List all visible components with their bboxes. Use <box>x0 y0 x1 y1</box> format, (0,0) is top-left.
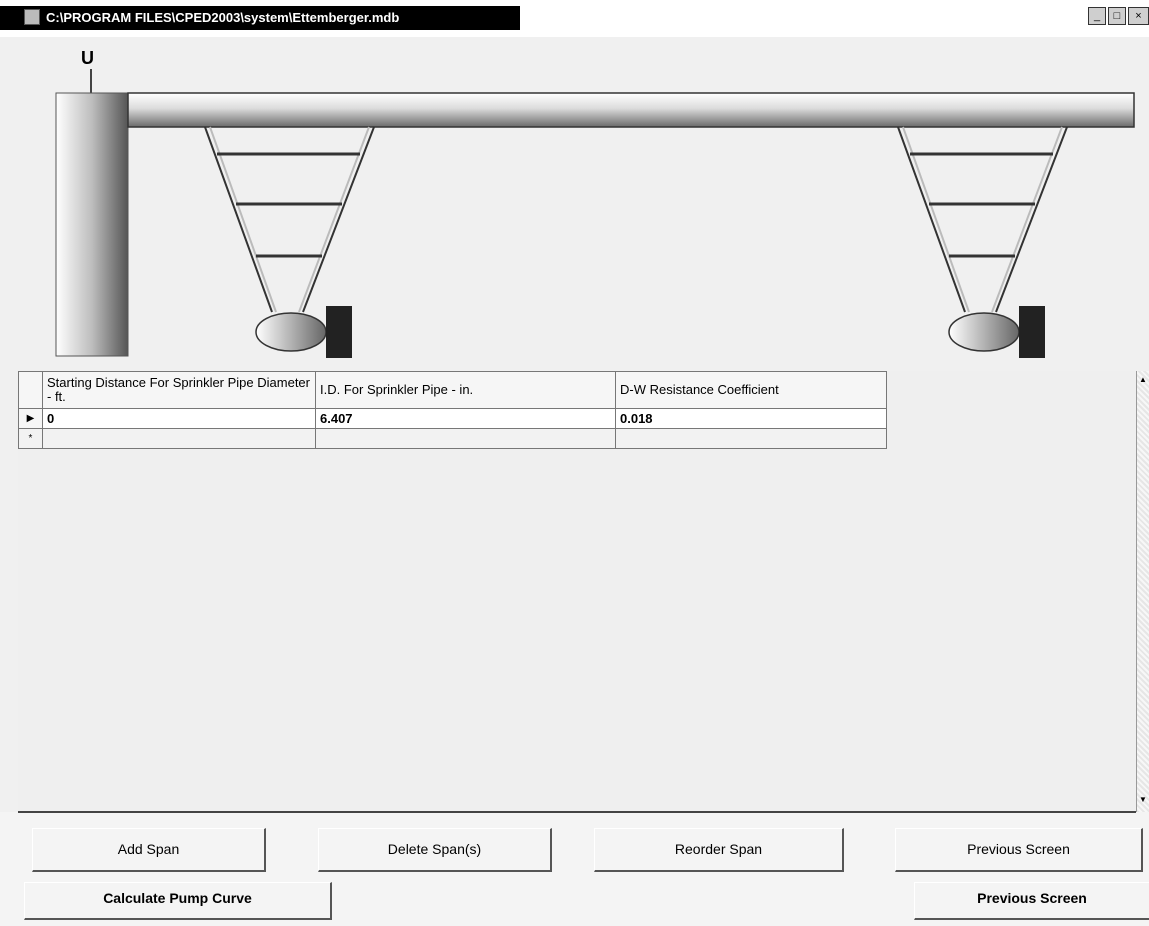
title-bar: C:\PROGRAM FILES\CPED2003\system\Ettembe… <box>0 0 1149 37</box>
new-record-icon[interactable]: * <box>18 428 43 449</box>
close-icon[interactable]: × <box>1128 7 1149 25</box>
cell-new-dw-coefficient[interactable] <box>615 428 887 449</box>
vertical-scrollbar[interactable]: ▲ ▼ <box>1136 371 1149 812</box>
table-row[interactable]: ▶ 0 6.407 0.018 <box>18 408 887 429</box>
calculate-pump-curve-button[interactable]: Calculate Pump Curve <box>24 882 332 920</box>
pivot-symbol: U <box>81 48 94 68</box>
cell-new-pipe-id[interactable] <box>315 428 616 449</box>
column-header-pipe-id[interactable]: I.D. For Sprinkler Pipe - in. <box>315 371 616 409</box>
cell-starting-distance[interactable]: 0 <box>42 408 316 429</box>
cell-new-starting-distance[interactable] <box>42 428 316 449</box>
main-pipe <box>127 92 1135 128</box>
cell-dw-coefficient[interactable]: 0.018 <box>615 408 887 429</box>
left-margin <box>0 371 18 812</box>
span-table: Starting Distance For Sprinkler Pipe Dia… <box>18 371 887 449</box>
cell-pipe-id[interactable]: 6.407 <box>315 408 616 429</box>
delete-spans-button[interactable]: Delete Span(s) <box>318 828 552 872</box>
scroll-down-icon[interactable]: ▼ <box>1137 793 1149 807</box>
span-tower-right <box>897 126 1068 358</box>
scroll-up-icon[interactable]: ▲ <box>1137 373 1149 387</box>
column-header-starting-distance[interactable]: Starting Distance For Sprinkler Pipe Dia… <box>42 371 316 409</box>
pivot-drawing: U <box>55 48 1135 358</box>
current-row-indicator-icon[interactable]: ▶ <box>18 408 43 429</box>
reorder-span-button[interactable]: Reorder Span <box>594 828 844 872</box>
window-title: C:\PROGRAM FILES\CPED2003\system\Ettembe… <box>0 6 520 30</box>
maximize-icon[interactable]: □ <box>1108 7 1126 25</box>
minimize-icon[interactable]: _ <box>1088 7 1106 25</box>
new-record-row[interactable]: * <box>18 428 887 449</box>
grid-bottom-border <box>18 811 1136 813</box>
window-controls: _ □ × <box>1088 7 1149 29</box>
previous-screen-button-bottom[interactable]: Previous Screen <box>914 882 1149 920</box>
span-tower-left <box>204 126 375 358</box>
grid-header-row: Starting Distance For Sprinkler Pipe Dia… <box>18 371 887 409</box>
header-corner <box>18 371 43 409</box>
previous-screen-button-top[interactable]: Previous Screen <box>895 828 1143 872</box>
column-header-dw-coefficient[interactable]: D-W Resistance Coefficient <box>615 371 887 409</box>
pivot-diagram: U <box>0 37 1149 371</box>
span-data-grid[interactable]: Starting Distance For Sprinkler Pipe Dia… <box>18 371 1136 812</box>
app-icon[interactable] <box>24 9 40 25</box>
add-span-button[interactable]: Add Span <box>32 828 266 872</box>
pivot-tower <box>55 92 129 357</box>
